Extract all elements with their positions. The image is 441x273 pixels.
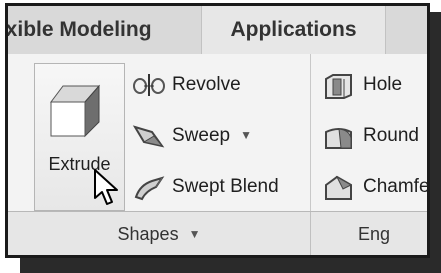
revolve-icon	[133, 74, 165, 96]
hole-icon	[325, 74, 352, 99]
round-icon	[325, 128, 352, 149]
ribbon-group-label-bar: Shapes ▼ Eng	[8, 211, 427, 255]
tab-flexible-modeling[interactable]: exible Modeling	[8, 6, 199, 54]
shapes-group-label[interactable]: Shapes ▼	[8, 212, 310, 255]
revolve-label: Revolve	[172, 74, 241, 95]
swept-blend-icon	[134, 176, 165, 201]
group-label-divider	[310, 212, 311, 255]
extrude-button[interactable]: Extrude	[34, 63, 125, 211]
swept-blend-label: Swept Blend	[172, 176, 279, 197]
engineering-group-label[interactable]: Eng	[358, 212, 390, 255]
chamfer-label: Chamfe	[363, 176, 430, 197]
sweep-label: Sweep ▼	[172, 125, 252, 146]
shapes-group-dropdown-icon[interactable]: ▼	[189, 227, 201, 241]
chamfer-icon	[325, 175, 353, 200]
ribbon-group-divider	[310, 54, 311, 211]
hole-label: Hole	[363, 74, 403, 95]
sweep-dropdown-icon[interactable]: ▼	[240, 128, 252, 142]
extrude-icon	[50, 84, 101, 138]
ribbon-tab-bar: exible Modeling Applications	[8, 6, 427, 55]
sweep-icon	[132, 125, 165, 148]
ribbon-panel: Extrude Revolve Sweep ▼ Swept Blend Hole…	[8, 54, 427, 211]
tab-applications[interactable]: Applications	[201, 6, 386, 54]
ribbon-window: exible Modeling Applications Extrude Rev…	[5, 3, 430, 258]
mouse-pointer-icon	[94, 169, 118, 205]
round-label: Round	[363, 125, 419, 146]
